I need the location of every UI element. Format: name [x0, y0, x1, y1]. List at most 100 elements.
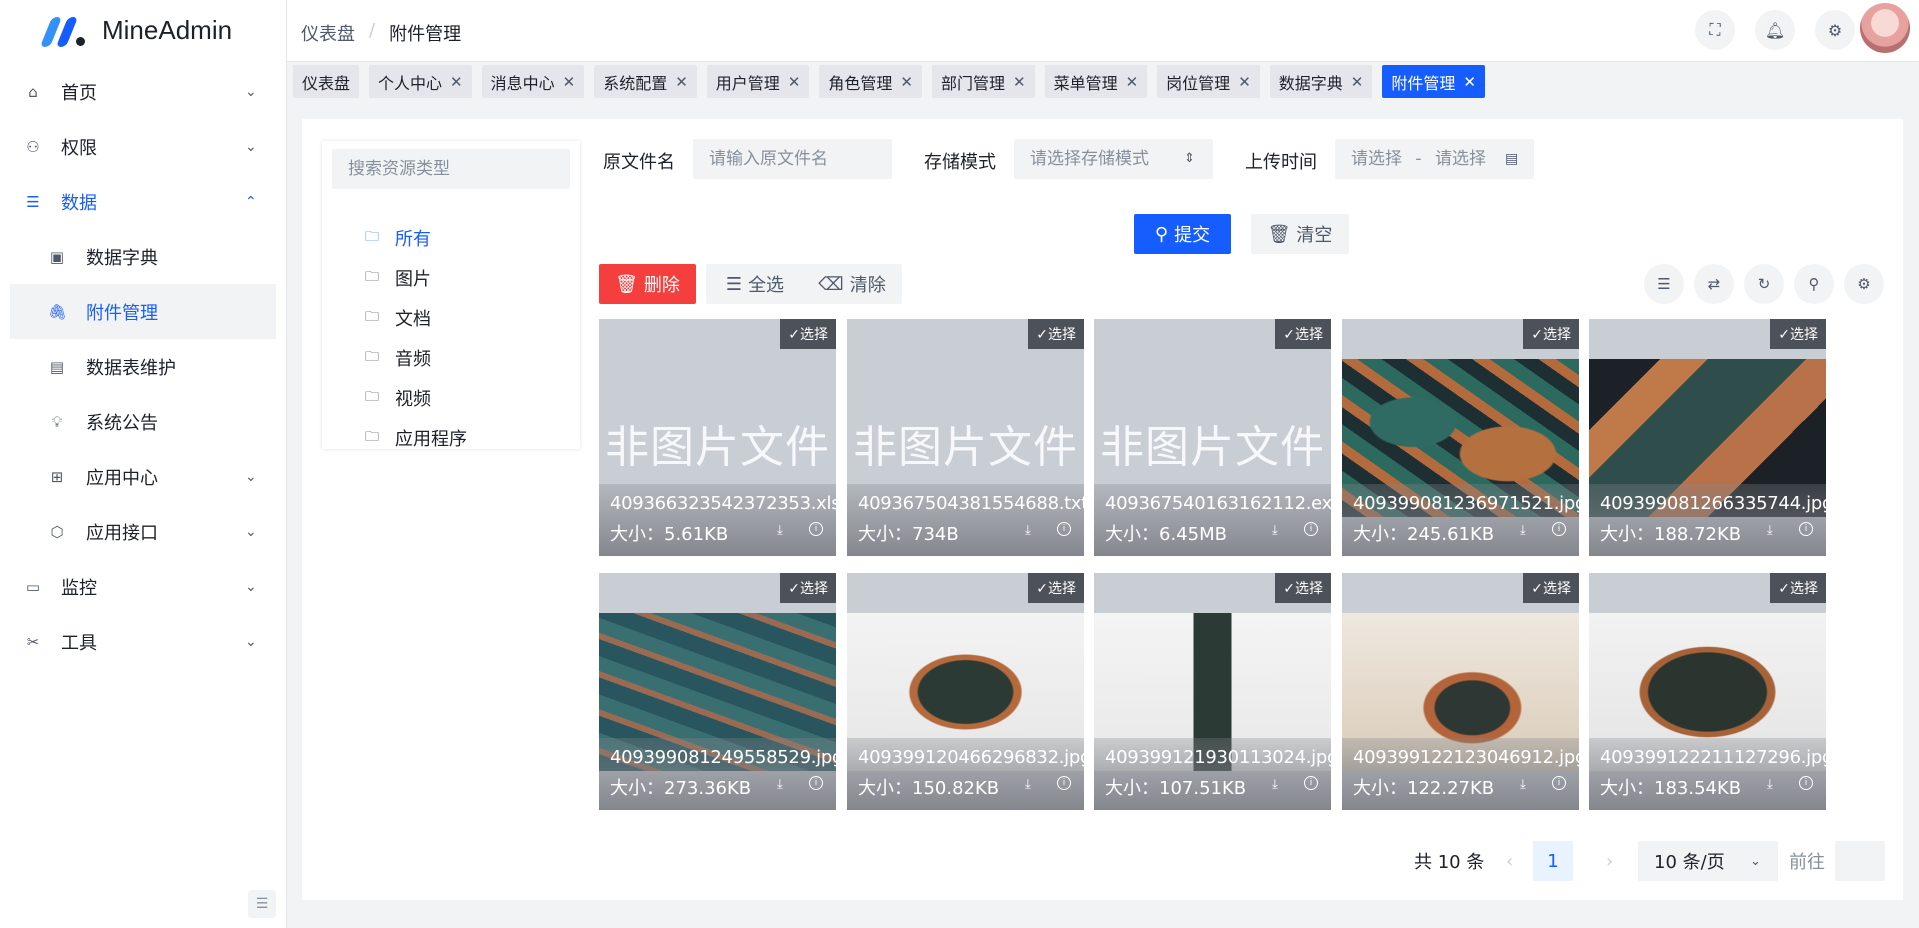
resource-type-all[interactable]: 🗀︎ 所有 [365, 225, 431, 251]
select-toggle[interactable]: ✓选择 [1770, 319, 1826, 349]
download-icon[interactable]: ⤓ [1272, 523, 1278, 538]
close-icon[interactable]: ✕ [900, 73, 913, 91]
gear-icon[interactable]: ⚙ [1815, 10, 1855, 50]
download-icon[interactable]: ⤓ [1767, 777, 1773, 792]
download-icon[interactable]: ⤓ [1767, 523, 1773, 538]
close-icon[interactable]: ✕ [675, 73, 688, 91]
close-icon[interactable]: ✕ [563, 73, 576, 91]
sidebar-item-data[interactable]: ☰ 数据 ⌃ [0, 174, 286, 229]
next-page-icon[interactable]: › [1606, 841, 1613, 881]
upload-time-range-picker[interactable]: 请选择 - 请选择 ▤ [1335, 139, 1534, 179]
select-all-button[interactable]: ☰ 全选 [706, 264, 804, 304]
download-icon[interactable]: ⤓ [1272, 777, 1278, 792]
download-icon[interactable]: ⤓ [777, 777, 783, 792]
tab-users[interactable]: 用户管理 ✕ [706, 65, 810, 98]
download-icon[interactable]: ⤓ [1520, 523, 1526, 538]
sidebar-item-home[interactable]: ⌂ 首页 ⌄ [0, 64, 286, 119]
file-card[interactable]: 非图片文件 ✓选择 409367504381554688.txt 大小：734B… [847, 319, 1084, 556]
tab-roles[interactable]: 角色管理 ✕ [819, 65, 922, 98]
refresh-icon[interactable]: ↻ [1744, 264, 1784, 304]
close-icon[interactable]: ✕ [1463, 73, 1476, 91]
close-icon[interactable]: ✕ [1013, 73, 1026, 91]
info-icon[interactable]: i [1799, 776, 1813, 790]
file-card[interactable]: 非图片文件 ✓选择 409366323542372353.xlsx 大小：5.6… [599, 319, 836, 556]
search-icon[interactable]: ⚲ [1794, 264, 1834, 304]
info-icon[interactable]: i [1304, 776, 1318, 790]
download-icon[interactable]: ⤓ [1025, 777, 1031, 792]
select-toggle[interactable]: ✓选择 [1275, 319, 1331, 349]
tab-attachments[interactable]: 附件管理 ✕ [1382, 65, 1485, 98]
info-icon[interactable]: i [1552, 522, 1566, 536]
page-size-select[interactable]: 10 条/页 ⌄ [1638, 841, 1778, 881]
info-icon[interactable]: i [1057, 776, 1071, 790]
origin-name-input[interactable]: 请输入原文件名 [693, 139, 892, 179]
close-icon[interactable]: ✕ [788, 73, 801, 91]
tab-menus[interactable]: 菜单管理 ✕ [1044, 65, 1148, 98]
select-toggle[interactable]: ✓选择 [1523, 319, 1579, 349]
avatar[interactable] [1860, 3, 1910, 53]
info-icon[interactable]: i [809, 522, 823, 536]
close-icon[interactable]: ✕ [1126, 73, 1139, 91]
prev-page-icon[interactable]: ‹ [1506, 841, 1513, 881]
file-card[interactable]: ✓选择 409399081266335744.jpg 大小：188.72KB ⤓… [1589, 319, 1826, 556]
sidebar-item-dictionary[interactable]: ▣ 数据字典 [0, 229, 286, 284]
delete-button[interactable]: 🗑︎ 删除 [599, 264, 696, 304]
sidebar-item-tools[interactable]: ✂ 工具 ⌄ [0, 614, 286, 669]
sidebar-item-notice[interactable]: 💡︎ 系统公告 [0, 394, 286, 449]
logo[interactable]: MineAdmin [39, 14, 232, 47]
bell-icon[interactable]: 🔔︎ [1755, 10, 1795, 50]
select-toggle[interactable]: ✓选择 [1028, 319, 1084, 349]
sidebar-item-permission[interactable]: ⚇ 权限 ⌄ [0, 119, 286, 174]
file-card[interactable]: ✓选择 409399121930113024.jpg 大小：107.51KB ⤓… [1094, 573, 1331, 810]
resource-type-document[interactable]: 🗀︎ 文档 [365, 305, 431, 331]
sidebar-item-app-api[interactable]: ⬡ 应用接口 ⌄ [0, 504, 286, 559]
resource-type-video[interactable]: 🗀︎ 视频 [365, 385, 431, 411]
tab-system-config[interactable]: 系统配置 ✕ [594, 65, 697, 98]
download-icon[interactable]: ⤓ [777, 523, 783, 538]
goto-page-input[interactable] [1835, 841, 1885, 881]
info-icon[interactable]: i [1552, 776, 1566, 790]
breadcrumb-dashboard[interactable]: 仪表盘 [301, 20, 355, 46]
clear-button[interactable]: 🗑︎ 清空 [1251, 214, 1349, 254]
select-toggle[interactable]: ✓选择 [1028, 573, 1084, 603]
resource-type-audio[interactable]: 🗀︎ 音频 [365, 345, 431, 371]
sidebar-item-app-center[interactable]: ⊞ 应用中心 ⌄ [0, 449, 286, 504]
file-card[interactable]: ✓选择 409399081249558529.jpg 大小：273.36KB ⤓… [599, 573, 836, 810]
select-toggle[interactable]: ✓选择 [1523, 573, 1579, 603]
file-card[interactable]: ✓选择 409399122123046912.jpg 大小：122.27KB ⤓… [1342, 573, 1579, 810]
file-card[interactable]: ✓选择 409399122211127296.jpg 大小：183.54KB ⤓… [1589, 573, 1826, 810]
close-icon[interactable]: ✕ [1238, 73, 1251, 91]
tab-messages[interactable]: 消息中心 ✕ [481, 65, 585, 98]
swap-icon[interactable]: ⇄ [1694, 264, 1734, 304]
file-card[interactable]: ✓选择 409399081236971521.jpg 大小：245.61KB ⤓… [1342, 319, 1579, 556]
download-icon[interactable]: ⤓ [1520, 777, 1526, 792]
collapse-menu-icon[interactable]: ☰ [248, 890, 276, 918]
select-toggle[interactable]: ✓选择 [1770, 573, 1826, 603]
list-view-icon[interactable]: ☰ [1644, 264, 1684, 304]
select-toggle[interactable]: ✓选择 [780, 573, 836, 603]
tab-posts[interactable]: 岗位管理 ✕ [1157, 65, 1260, 98]
settings-icon[interactable]: ⚙ [1844, 264, 1884, 304]
tab-profile[interactable]: 个人中心 ✕ [369, 65, 472, 98]
sidebar-item-attachment[interactable]: 🖇︎ 附件管理 [10, 284, 276, 339]
select-toggle[interactable]: ✓选择 [780, 319, 836, 349]
download-icon[interactable]: ⤓ [1025, 523, 1031, 538]
file-card[interactable]: 非图片文件 ✓选择 409367540163162112.exe 大小：6.45… [1094, 319, 1331, 556]
tab-dashboard[interactable]: 仪表盘 [293, 65, 360, 98]
resource-type-image[interactable]: 🗀︎ 图片 [365, 265, 431, 291]
close-icon[interactable]: ✕ [1351, 73, 1364, 91]
resource-type-application[interactable]: 🗀︎ 应用程序 [365, 425, 467, 451]
info-icon[interactable]: i [809, 776, 823, 790]
tab-dictionary[interactable]: 数据字典 ✕ [1269, 65, 1373, 98]
sidebar-item-monitor[interactable]: ▭ 监控 ⌄ [0, 559, 286, 614]
tab-departments[interactable]: 部门管理 ✕ [931, 65, 1035, 98]
sidebar-item-table-maintain[interactable]: ▤ 数据表维护 [0, 339, 286, 394]
select-toggle[interactable]: ✓选择 [1275, 573, 1331, 603]
info-icon[interactable]: i [1304, 522, 1318, 536]
clear-selection-button[interactable]: ⌫ 清除 [802, 264, 902, 304]
info-icon[interactable]: i [1799, 522, 1813, 536]
info-icon[interactable]: i [1057, 522, 1071, 536]
file-card[interactable]: ✓选择 409399120466296832.jpg 大小：150.82KB ⤓… [847, 573, 1084, 810]
resource-type-search-input[interactable]: 搜索资源类型 [332, 149, 570, 189]
close-icon[interactable]: ✕ [450, 73, 463, 91]
